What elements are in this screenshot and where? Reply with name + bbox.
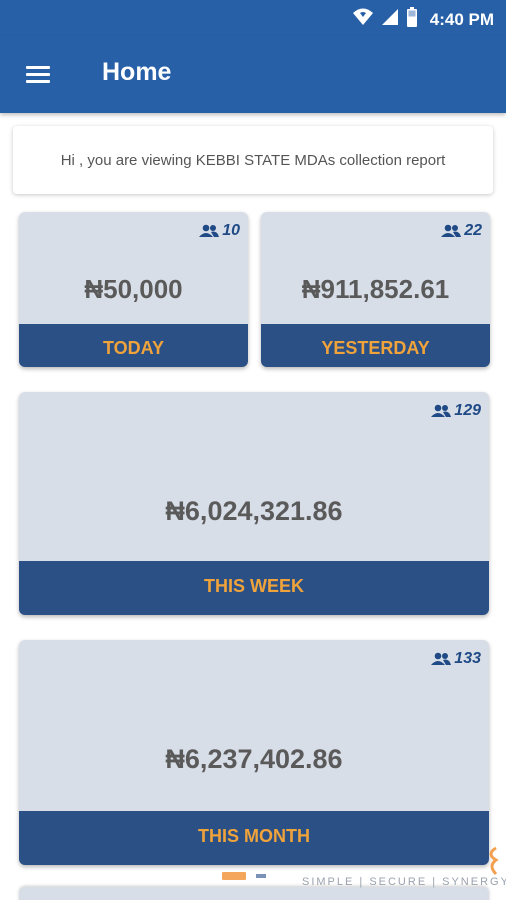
greeting-text: Hi , you are viewing KEBBI STATE MDAs co… <box>60 151 446 169</box>
this-month-label: THIS MONTH <box>19 811 489 865</box>
people-icon <box>431 652 452 665</box>
watermark-swirl-icon <box>489 846 499 876</box>
today-count-value: 10 <box>222 222 240 239</box>
people-icon <box>431 404 452 417</box>
status-bar: 4:40 PM <box>0 0 506 36</box>
page-title: Home <box>102 58 172 86</box>
this-month-card[interactable]: 133 ₦6,237,402.86 THIS MONTH <box>19 640 489 865</box>
yesterday-count: 22 <box>440 222 482 240</box>
this-week-card[interactable]: 129 ₦6,024,321.86 THIS WEEK <box>19 392 489 615</box>
today-card[interactable]: 10 ₦50,000 TODAY <box>19 212 248 367</box>
app-bar: Home <box>0 36 506 113</box>
this-month-count: 133 <box>430 650 481 668</box>
people-icon <box>199 224 220 237</box>
greeting-banner: Hi , you are viewing KEBBI STATE MDAs co… <box>13 126 493 194</box>
today-amount: ₦50,000 <box>84 274 183 304</box>
yesterday-label: YESTERDAY <box>261 324 490 367</box>
yesterday-amount: ₦911,852.61 <box>301 274 450 304</box>
this-week-count-value: 129 <box>454 402 481 419</box>
this-week-count: 129 <box>430 402 481 420</box>
people-icon <box>441 224 462 237</box>
status-time: 4:40 PM <box>429 9 494 29</box>
battery-icon <box>406 6 418 33</box>
this-week-amount: ₦6,024,321.86 <box>165 496 343 526</box>
brand-watermark: SIMPLE | SECURE | SYNERGY <box>220 846 506 896</box>
signal-icon <box>380 7 400 32</box>
this-month-amount: ₦6,237,402.86 <box>165 744 343 774</box>
this-month-count-value: 133 <box>454 650 481 667</box>
today-label: TODAY <box>19 324 248 367</box>
today-count: 10 <box>198 222 240 240</box>
hamburger-menu-icon[interactable] <box>22 60 52 90</box>
yesterday-card[interactable]: 22 ₦911,852.61 YESTERDAY <box>261 212 490 367</box>
this-week-label: THIS WEEK <box>19 561 489 615</box>
status-icons: 4:40 PM <box>352 6 494 33</box>
wifi-icon <box>352 7 374 32</box>
watermark-text: SIMPLE | SECURE | SYNERGY <box>302 876 506 888</box>
watermark-logo-bar <box>222 872 246 880</box>
watermark-logo-mark <box>256 874 266 878</box>
yesterday-count-value: 22 <box>464 222 482 239</box>
